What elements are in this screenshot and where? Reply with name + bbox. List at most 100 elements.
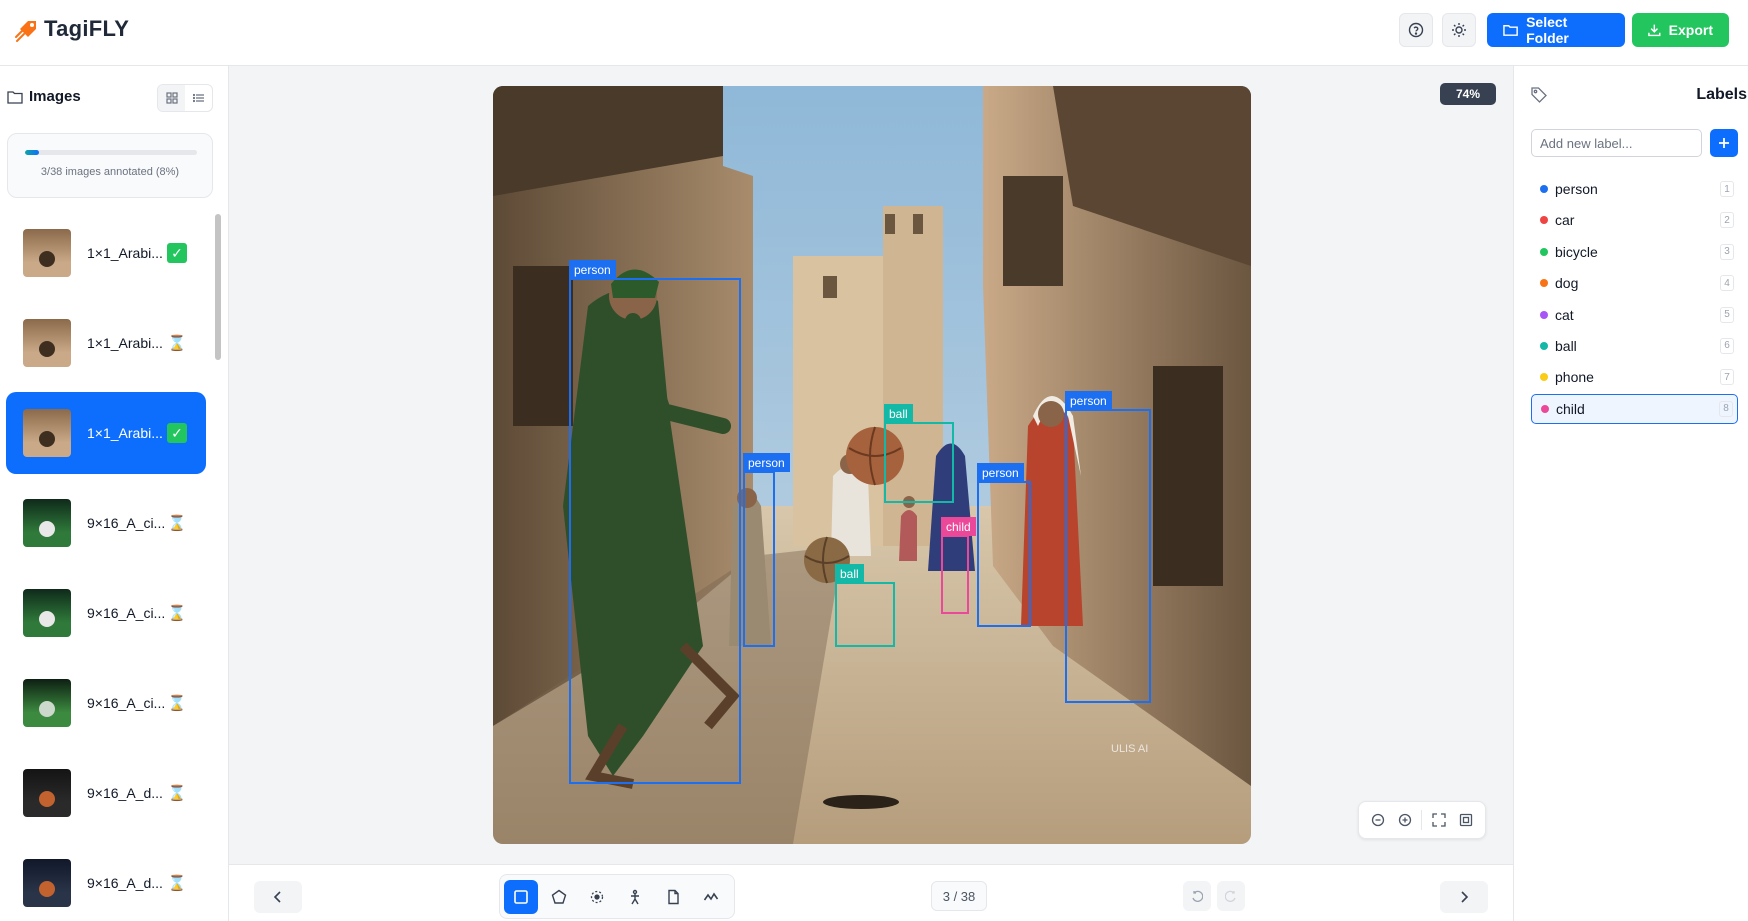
undo-button[interactable] (1183, 881, 1211, 911)
progress-bar (25, 150, 197, 155)
image-list-item[interactable]: 1×1_Arabi... ⌛ (6, 302, 206, 384)
select-folder-label: Select Folder (1526, 14, 1569, 46)
point-tool[interactable] (580, 880, 614, 914)
bbox-label: person (569, 260, 616, 279)
label-shortcut-key: 4 (1720, 275, 1734, 292)
bbox-person[interactable]: person (569, 260, 741, 784)
theme-toggle-button[interactable] (1442, 13, 1476, 47)
fullscreen-button[interactable] (1429, 810, 1449, 830)
zoom-level-badge: 74% (1440, 83, 1496, 105)
label-item-cat[interactable]: cat 5 (1531, 300, 1738, 330)
zoom-in-button[interactable] (1395, 810, 1415, 830)
image-filename: 9×16_A_d... (87, 875, 163, 891)
image-filename: 9×16_A_ci... (87, 605, 166, 621)
annotated-check-icon: ✓ (167, 423, 187, 443)
image-list: 1×1_Arabi... ✓ 1×1_Arabi... ⌛ 1×1_Arabi... ✓ 9… (6, 212, 206, 921)
zoom-controls (1358, 801, 1486, 839)
label-item-bicycle[interactable]: bicycle 3 (1531, 237, 1738, 267)
label-name: person (1555, 181, 1598, 197)
image-list-item[interactable]: 9×16_A_ci... ⌛ (6, 572, 206, 654)
annotation-tools (499, 874, 735, 919)
export-button[interactable]: Export (1632, 13, 1729, 47)
image-list-item[interactable]: 9×16_A_ci... ⌛ (6, 662, 206, 744)
help-icon (1408, 22, 1424, 38)
image-filename: 1×1_Arabi... (87, 245, 163, 261)
image-list-item[interactable]: 9×16_A_ci... ⌛ (6, 482, 206, 564)
annotated-image[interactable]: ULIS AI person person ball person child … (493, 86, 1251, 844)
zoom-divider (1421, 810, 1423, 830)
image-list-item[interactable]: 1×1_Arabi... ✓ (6, 212, 206, 294)
label-item-child[interactable]: child 8 (1531, 393, 1738, 424)
redo-button[interactable] (1217, 881, 1245, 911)
image-filename: 9×16_A_d... (87, 785, 163, 801)
help-button[interactable] (1399, 13, 1433, 47)
bbox-person[interactable]: person (743, 453, 790, 647)
bbox-ball[interactable]: ball (884, 404, 954, 503)
progress-bar-fill (25, 150, 39, 155)
thumbnail-subject (39, 251, 55, 267)
new-label-input[interactable] (1531, 129, 1702, 157)
pending-hourglass-icon: ⌛ (167, 605, 187, 622)
export-label: Export (1668, 22, 1713, 38)
fullscreen-icon (1432, 813, 1446, 827)
label-name: bicycle (1555, 243, 1598, 260)
image-filename: 9×16_A_ci... (87, 515, 166, 531)
label-color-dot (1540, 279, 1548, 288)
image-list-item[interactable]: 9×16_A_d... ⌛ (6, 842, 206, 921)
pose-tool[interactable] (618, 880, 652, 914)
bbox-person[interactable]: person (1065, 391, 1151, 703)
label-item-ball[interactable]: ball 6 (1531, 331, 1738, 361)
label-shortcut-key: 3 (1720, 243, 1734, 260)
annotation-progress-card: 3/38 images annotated (8%) (7, 133, 213, 198)
list-view-button[interactable] (185, 85, 212, 111)
image-thumbnail (23, 229, 71, 277)
app-header: TagiFLY Select Folder Export (0, 0, 1748, 66)
progress-text: 3/38 images annotated (8%) (40, 166, 180, 178)
bbox-child[interactable]: child (941, 517, 976, 614)
image-thumbnail (23, 319, 71, 367)
label-item-person[interactable]: person 1 (1531, 174, 1738, 204)
mask-icon (668, 889, 679, 904)
annotation-canvas[interactable]: 74% ULIS AI person person ball person ch… (229, 66, 1513, 864)
mask-tool[interactable] (656, 880, 690, 914)
grid-view-button[interactable] (158, 85, 185, 111)
zoom-out-button[interactable] (1368, 810, 1388, 830)
label-name: dog (1555, 275, 1579, 292)
page-indicator: 3 / 38 (931, 881, 987, 911)
polygon-tool[interactable] (542, 880, 576, 914)
label-list: person 1 car 2 bicycle 3 dog 4 cat 5 ball 6 phone 7 ch… (1531, 174, 1738, 425)
add-label-button[interactable] (1710, 129, 1738, 157)
label-color-dot (1540, 310, 1548, 319)
image-filename: 1×1_Arabi... (87, 335, 163, 351)
images-panel-title: Images (7, 88, 81, 105)
image-filename: 9×16_A_ci... (87, 695, 166, 711)
previous-image-button[interactable] (254, 881, 302, 913)
bbox-ball[interactable]: ball (835, 564, 895, 647)
thumbnail-subject (39, 341, 55, 357)
redo-icon (1225, 890, 1236, 902)
image-list-item[interactable]: 9×16_A_d... ⌛ (6, 752, 206, 834)
tag-icon (1531, 87, 1547, 103)
bbox-person[interactable]: person (977, 463, 1031, 627)
pending-hourglass-icon: ⌛ (167, 515, 187, 532)
bbox-label: person (743, 453, 790, 472)
polyline-tool[interactable] (694, 880, 728, 914)
label-shortcut-key: 1 (1720, 181, 1734, 197)
folder-outline-icon (7, 90, 23, 104)
select-folder-button[interactable]: Select Folder (1487, 13, 1625, 47)
thumbnail-subject (39, 701, 55, 717)
rectangle-tool[interactable] (504, 879, 538, 914)
bottom-toolbar: 3 / 38 (229, 864, 1513, 921)
image-list-item[interactable]: 1×1_Arabi... ✓ (6, 392, 206, 474)
label-item-dog[interactable]: dog 4 (1531, 268, 1738, 298)
chevron-left-icon (273, 891, 281, 903)
history-controls (1183, 881, 1245, 911)
annotated-check-icon: ✓ (167, 243, 187, 263)
next-image-button[interactable] (1440, 881, 1488, 913)
label-item-car[interactable]: car 2 (1531, 205, 1738, 235)
image-list-scrollbar[interactable] (215, 214, 221, 360)
fit-to-screen-button[interactable] (1456, 810, 1476, 830)
pending-hourglass-icon: ⌛ (167, 695, 187, 712)
label-item-phone[interactable]: phone 7 (1531, 362, 1738, 392)
grid-icon (165, 92, 178, 104)
